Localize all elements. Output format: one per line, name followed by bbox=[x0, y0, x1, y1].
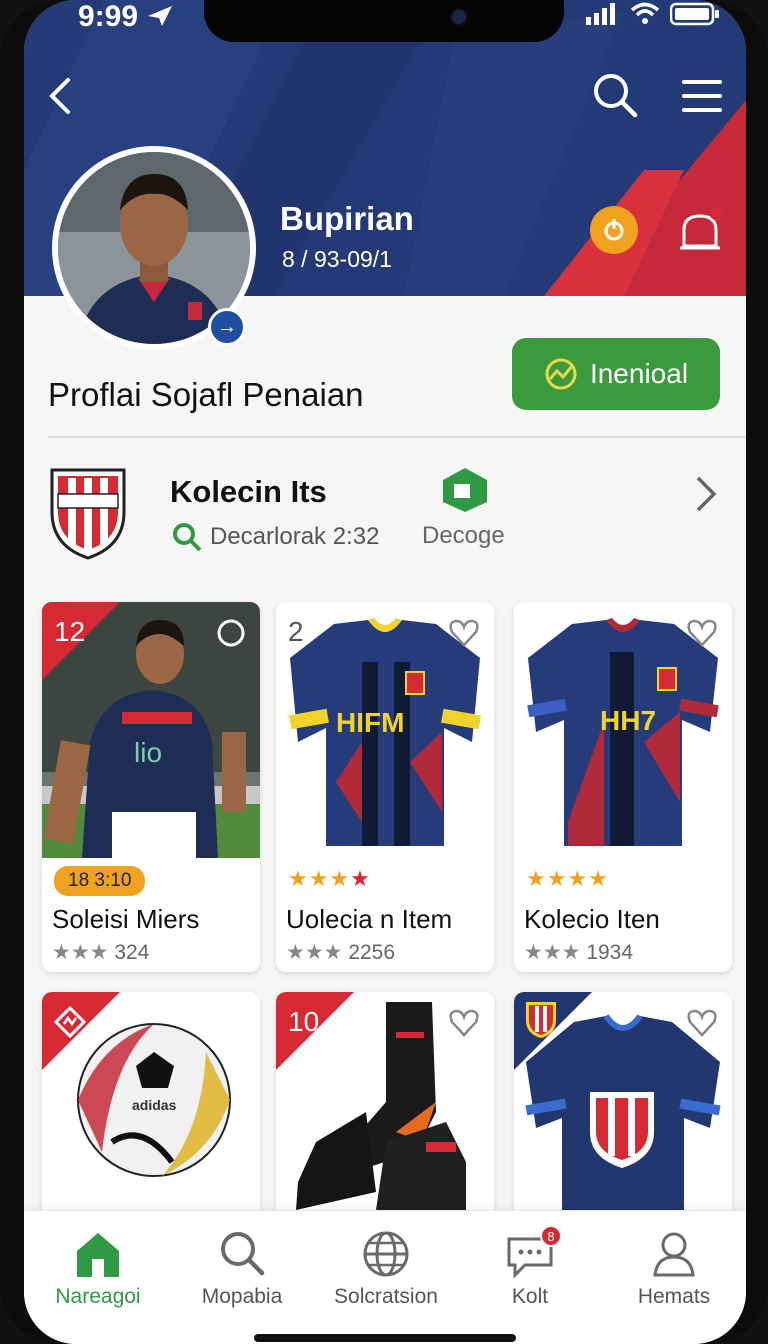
back-chevron-icon[interactable] bbox=[46, 76, 76, 116]
card-image: HH7 bbox=[514, 602, 732, 858]
card-number: 10 bbox=[288, 1006, 320, 1037]
tab-search[interactable]: Mopabia bbox=[170, 1211, 314, 1321]
collection-subtitle: Decarlorak 2:32 bbox=[172, 522, 379, 552]
divider bbox=[48, 436, 746, 438]
signal-icon bbox=[586, 3, 615, 25]
tab-explore[interactable]: Solcratsion bbox=[314, 1211, 458, 1321]
chevron-right-icon[interactable] bbox=[694, 474, 718, 514]
camera-notch bbox=[204, 0, 564, 42]
card-rating: ★★★ 324 bbox=[52, 941, 150, 964]
primary-action-button[interactable]: Inenioal bbox=[512, 338, 720, 410]
svg-text:adidas: adidas bbox=[132, 1097, 177, 1113]
club-crest-icon bbox=[526, 1002, 556, 1038]
card-number: 12 bbox=[54, 616, 86, 647]
card-badge: 18 3:10 bbox=[54, 866, 146, 896]
screen: 9:99 Bupirian 8 / 93-09/1 → Proflai Soja… bbox=[24, 0, 746, 1344]
collection-card[interactable]: 10 bbox=[276, 992, 494, 1232]
card-image: HIFM 2 bbox=[276, 602, 494, 858]
tab-home[interactable]: Nareagoi bbox=[26, 1211, 170, 1321]
tab-label: Hemats bbox=[637, 1285, 711, 1308]
tab-label: Mopabia bbox=[201, 1285, 283, 1308]
status-icons bbox=[586, 2, 720, 26]
profile-name: Bupirian bbox=[280, 200, 414, 237]
menu-icon[interactable] bbox=[682, 78, 724, 114]
svg-text:lio: lio bbox=[134, 737, 162, 768]
search-icon bbox=[221, 1232, 265, 1276]
bell-icon[interactable] bbox=[676, 206, 724, 256]
tab-label: Kolt bbox=[511, 1285, 549, 1308]
heart-icon[interactable] bbox=[686, 1008, 718, 1038]
collection-title: Kolecin Its bbox=[170, 474, 327, 509]
bottom-tab-bar: Nareagoi Mopabia Solcratsion 8 Kolt Hema… bbox=[24, 1210, 746, 1344]
phone-frame: 9:99 Bupirian 8 / 93-09/1 → Proflai Soja… bbox=[0, 0, 768, 1344]
card-title: Uolecia n Item bbox=[286, 904, 453, 934]
card-rating: ★★★ 2256 bbox=[286, 941, 396, 964]
heart-icon[interactable] bbox=[448, 618, 480, 648]
battery-icon bbox=[670, 2, 719, 26]
collection-card[interactable] bbox=[514, 992, 732, 1232]
card-title: Kolecio Iten bbox=[524, 904, 660, 934]
activity-icon bbox=[545, 358, 577, 390]
heart-icon[interactable] bbox=[448, 1008, 480, 1038]
primary-action-label: Inenioal bbox=[589, 358, 689, 389]
heart-icon[interactable] bbox=[686, 618, 718, 648]
card-rating: ★★★ 1934 bbox=[524, 941, 634, 964]
card-title: Soleisi Miers bbox=[52, 904, 200, 934]
card-image: 10 bbox=[276, 992, 494, 1212]
profile-id: 8 / 93-09/1 bbox=[282, 246, 392, 272]
page-title: Proflai Sojafl Penaian bbox=[48, 376, 364, 413]
collection-card[interactable]: HH7 ★★★★ Kolecio Iten ★★★ 1934 bbox=[514, 602, 732, 972]
collection-tag: Decoge bbox=[422, 522, 505, 549]
card-stars: ★★★★ bbox=[526, 866, 609, 891]
avatar-edit-button[interactable]: → bbox=[208, 308, 246, 346]
tab-profile[interactable]: Hemats bbox=[602, 1211, 746, 1321]
club-crest-icon bbox=[50, 468, 126, 560]
svg-text:HH7: HH7 bbox=[600, 705, 656, 736]
search-icon bbox=[173, 523, 202, 552]
card-stars: ★★★★ bbox=[288, 866, 371, 891]
collection-header[interactable]: Kolecin Its Decarlorak 2:32 Decoge bbox=[24, 460, 746, 570]
tab-label: Solcratsion bbox=[334, 1285, 438, 1308]
wifi-icon bbox=[630, 2, 660, 24]
card-number: 2 bbox=[288, 616, 304, 647]
card-image bbox=[514, 992, 732, 1212]
search-icon[interactable] bbox=[592, 72, 638, 118]
collection-card[interactable]: HIFM 2 ★★★★ Uolecia n Item ★★★ 2256 bbox=[276, 602, 494, 972]
select-circle-icon[interactable] bbox=[216, 618, 246, 648]
collection-card[interactable]: adidas bbox=[42, 992, 260, 1232]
chat-badge: 8 bbox=[540, 1225, 562, 1247]
home-indicator bbox=[254, 1334, 516, 1342]
home-icon bbox=[77, 1233, 119, 1277]
collection-card[interactable]: lio 12 18 3:10 Soleisi Miers ★★★ 324 bbox=[42, 602, 260, 972]
cube-icon bbox=[443, 468, 487, 512]
card-image: adidas bbox=[42, 992, 260, 1212]
globe-icon bbox=[363, 1231, 409, 1277]
svg-text:HIFM: HIFM bbox=[336, 707, 404, 738]
tab-label: Nareagoi bbox=[55, 1285, 141, 1308]
profile-icon bbox=[653, 1232, 695, 1277]
card-image: lio 12 bbox=[42, 602, 260, 858]
tab-chat[interactable]: 8 Kolt bbox=[458, 1211, 602, 1321]
notification-bubble-icon[interactable] bbox=[590, 206, 638, 254]
badge-icon bbox=[54, 1006, 86, 1038]
location-arrow-icon bbox=[148, 6, 173, 26]
status-time: 9:99 bbox=[78, 0, 174, 34]
